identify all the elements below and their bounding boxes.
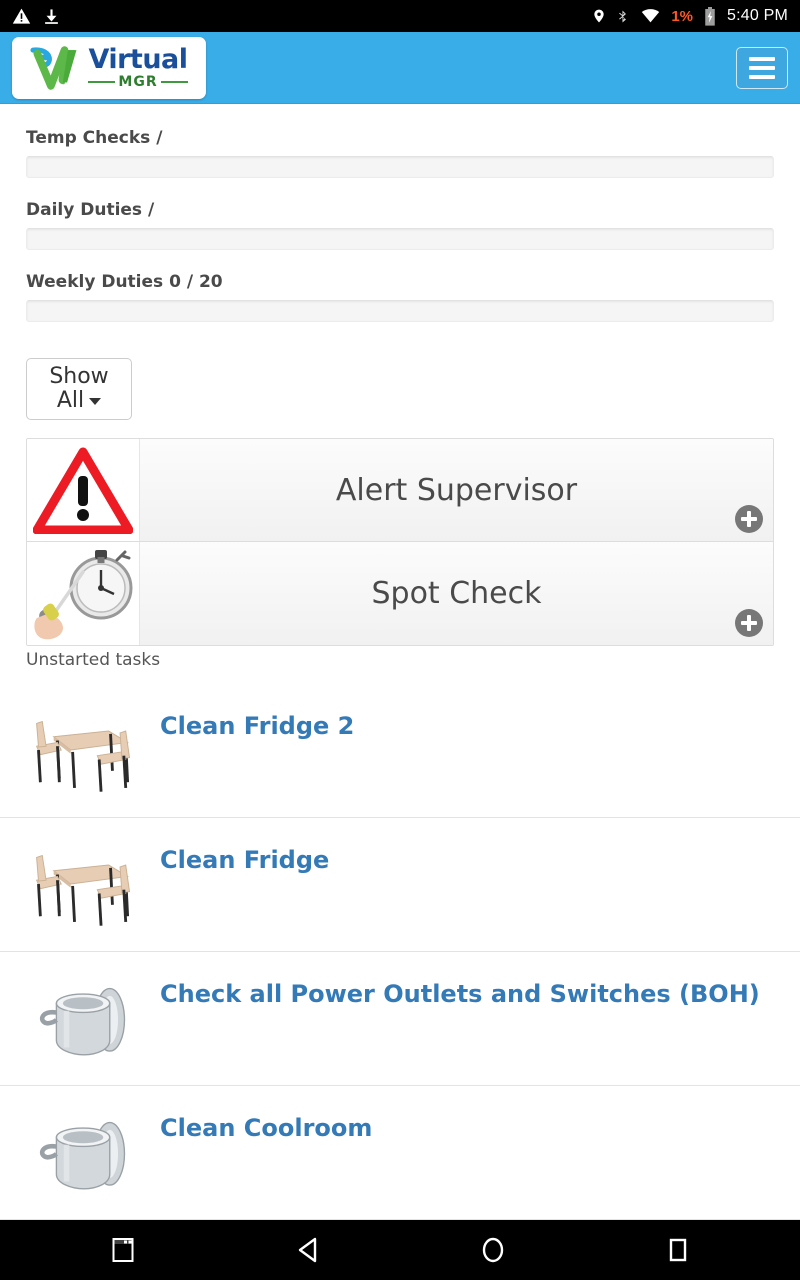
battery-charging-icon <box>705 6 715 26</box>
show-all-dropdown-button[interactable]: Show All <box>26 358 132 421</box>
task-row[interactable]: Clean Fridge 2 <box>0 684 800 819</box>
download-icon <box>45 8 58 24</box>
warning-triangle-icon <box>33 447 133 535</box>
chevron-down-icon <box>89 397 102 405</box>
meter-daily-duties: Daily Duties / <box>26 200 774 250</box>
progress-bar-weekly-duties <box>26 300 774 322</box>
action-row-alert-supervisor[interactable]: Alert Supervisor <box>27 439 773 543</box>
back-glyph <box>298 1237 316 1263</box>
show-all-line2: All <box>56 388 85 414</box>
android-nav-bar <box>0 1220 800 1280</box>
back-triangle-icon[interactable] <box>281 1228 335 1272</box>
quick-actions-list: Alert Supervisor Spot Check <box>26 438 774 647</box>
status-bar-left-icons <box>12 7 60 26</box>
alert-supervisor-thumbnail <box>27 439 140 542</box>
wifi-icon <box>642 9 660 23</box>
task-link[interactable]: Clean Coolroom <box>160 1102 372 1143</box>
app-screen: 1% 5:40 PM Virtual MGR Temp Checks / Dai… <box>0 0 800 1280</box>
section-label-unstarted-tasks: Unstarted tasks <box>26 650 161 671</box>
android-status-bar: 1% 5:40 PM <box>0 0 800 32</box>
task-row[interactable]: Check all Power Outlets and Switches (BO… <box>0 952 800 1087</box>
task-link[interactable]: Clean Fridge 2 <box>160 700 354 741</box>
cooking-pot-icon <box>26 968 142 1068</box>
hamburger-menu-icon[interactable] <box>736 46 788 89</box>
meters-section: Temp Checks / Daily Duties / Weekly Duti… <box>0 128 800 647</box>
app-header-bar: Virtual MGR <box>0 32 800 104</box>
filter-section: Show All <box>26 358 774 421</box>
status-bar-right-icons: 1% 5:40 PM <box>592 6 788 26</box>
task-row[interactable]: Clean Fridge <box>0 818 800 953</box>
action-row-spot-check[interactable]: Spot Check <box>27 542 773 646</box>
show-all-line1: Show <box>49 364 109 389</box>
app-logo[interactable]: Virtual MGR <box>12 36 206 99</box>
screenshot-icon[interactable] <box>96 1228 150 1272</box>
menu-line-3 <box>749 74 775 79</box>
thermometer-stopwatch-icon <box>34 549 133 640</box>
table-chairs-svg <box>35 855 131 927</box>
task-row[interactable]: Clean Coolroom <box>0 1086 800 1220</box>
warning-triangle-icon <box>12 8 31 24</box>
home-glyph <box>482 1237 503 1263</box>
logo-mgr-row: MGR <box>88 74 188 90</box>
cooking-pot-svg <box>39 988 126 1056</box>
menu-line-2 <box>749 65 775 70</box>
logo-mgr-text: MGR <box>118 74 158 90</box>
logo-wordmark: Virtual MGR <box>88 44 188 90</box>
cooking-pot-icon <box>26 1102 142 1202</box>
action-title: Alert Supervisor <box>335 472 578 508</box>
table-chairs-icon <box>26 834 142 934</box>
virtualmgr-logo-mark <box>30 45 77 90</box>
meter-label: Temp Checks / <box>26 128 163 148</box>
table-chairs-svg <box>35 721 131 793</box>
screenshot-glyph <box>112 1238 133 1262</box>
logo-dash-right <box>160 81 188 83</box>
cooking-pot-svg <box>39 1122 126 1190</box>
spot-check-thumbnail <box>27 542 140 646</box>
status-bar-clock: 5:40 PM <box>727 7 788 24</box>
bluetooth-icon <box>619 9 627 22</box>
meter-label: Weekly Duties 0 / 20 <box>26 272 223 292</box>
main-content: Temp Checks / Daily Duties / Weekly Duti… <box>0 104 800 1220</box>
task-link[interactable]: Clean Fridge <box>160 834 329 875</box>
progress-bar-temp-checks <box>26 156 774 178</box>
meter-label: Daily Duties / <box>26 200 155 220</box>
battery-percent-label: 1% <box>671 7 693 25</box>
progress-bar-daily-duties <box>26 228 774 250</box>
action-title: Spot Check <box>371 576 542 612</box>
recents-square-icon[interactable] <box>651 1228 705 1272</box>
task-list: Clean Fridge 2 Clean Fridge Check all Po… <box>0 684 800 1220</box>
logo-dash-left <box>88 81 116 83</box>
menu-line-1 <box>749 56 775 61</box>
meter-weekly-duties: Weekly Duties 0 / 20 <box>26 272 774 322</box>
meter-temp-checks: Temp Checks / <box>26 128 774 178</box>
table-chairs-icon <box>26 700 142 800</box>
logo-virtual-text: Virtual <box>88 44 188 75</box>
home-circle-icon[interactable] <box>466 1228 520 1272</box>
task-link[interactable]: Check all Power Outlets and Switches (BO… <box>160 968 760 1009</box>
location-pin-icon <box>594 9 604 23</box>
show-all-line2-row: All <box>56 388 102 414</box>
recents-glyph <box>669 1238 686 1262</box>
